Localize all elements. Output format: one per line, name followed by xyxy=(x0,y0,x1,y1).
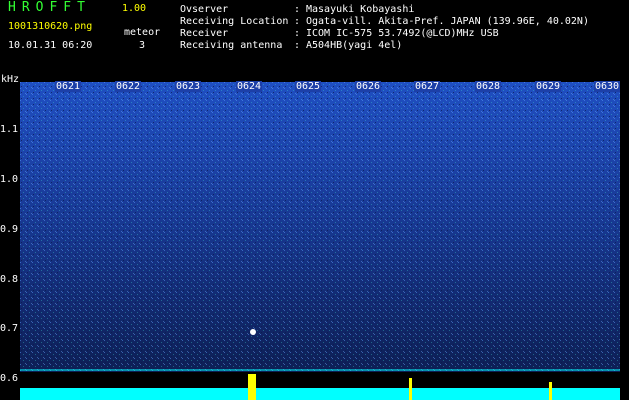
signal-trace xyxy=(20,374,620,400)
colon: : xyxy=(294,16,301,27)
y-tick-label: 0.8 xyxy=(0,274,19,285)
location-value: Ogata-vill. Akita-Pref. JAPAN (139.96E, … xyxy=(306,16,589,27)
meteor-spike xyxy=(248,374,256,400)
colon: : xyxy=(294,4,301,15)
noise-floor-trace xyxy=(20,388,620,400)
y-tick-label: 1.1 xyxy=(0,124,19,135)
x-tick-label: 0626 xyxy=(355,81,382,92)
x-tick-label: 0621 xyxy=(55,81,82,92)
observer-label: Ovserver xyxy=(180,4,229,15)
x-tick-label: 0627 xyxy=(414,81,441,92)
colon: : xyxy=(294,28,301,39)
receiver-label: Receiver xyxy=(180,28,229,39)
antenna-label: Receiving antenna xyxy=(180,40,283,51)
x-tick-label: 0629 xyxy=(535,81,562,92)
x-tick-label: 0623 xyxy=(175,81,202,92)
version-label: 1.00 xyxy=(122,3,147,14)
colon: : xyxy=(294,40,301,51)
info-header: HROFFT 1.00 1001310620.png 10.01.31 06:2… xyxy=(0,0,629,80)
x-tick-label: 0622 xyxy=(115,81,142,92)
datetime-label: 10.01.31 06:20 xyxy=(8,40,93,51)
x-tick-label: 0628 xyxy=(475,81,502,92)
app-title: HROFFT xyxy=(8,0,91,15)
meteor-label: meteor xyxy=(124,27,161,38)
y-tick-label: 0.7 xyxy=(0,323,19,334)
x-tick-label: 0630 xyxy=(594,81,621,92)
x-tick-label: 0624 xyxy=(236,81,263,92)
observer-value: Masayuki Kobayashi xyxy=(306,4,415,15)
receiver-value: ICOM IC-575 53.7492(@LCD)MHz USB xyxy=(306,28,499,39)
y-tick-label: 1.0 xyxy=(0,174,19,185)
location-label: Receiving Location xyxy=(180,16,289,27)
meteor-count: 3 xyxy=(139,40,146,51)
x-tick-label: 0625 xyxy=(295,81,322,92)
meteor-spike xyxy=(549,382,552,400)
antenna-value: A504HB(yagi 4el) xyxy=(306,40,403,51)
filename-label: 1001310620.png xyxy=(8,21,93,32)
y-tick-label: 0.6 xyxy=(0,373,19,384)
y-tick-label: 0.9 xyxy=(0,224,19,235)
meteor-spike xyxy=(409,378,412,400)
